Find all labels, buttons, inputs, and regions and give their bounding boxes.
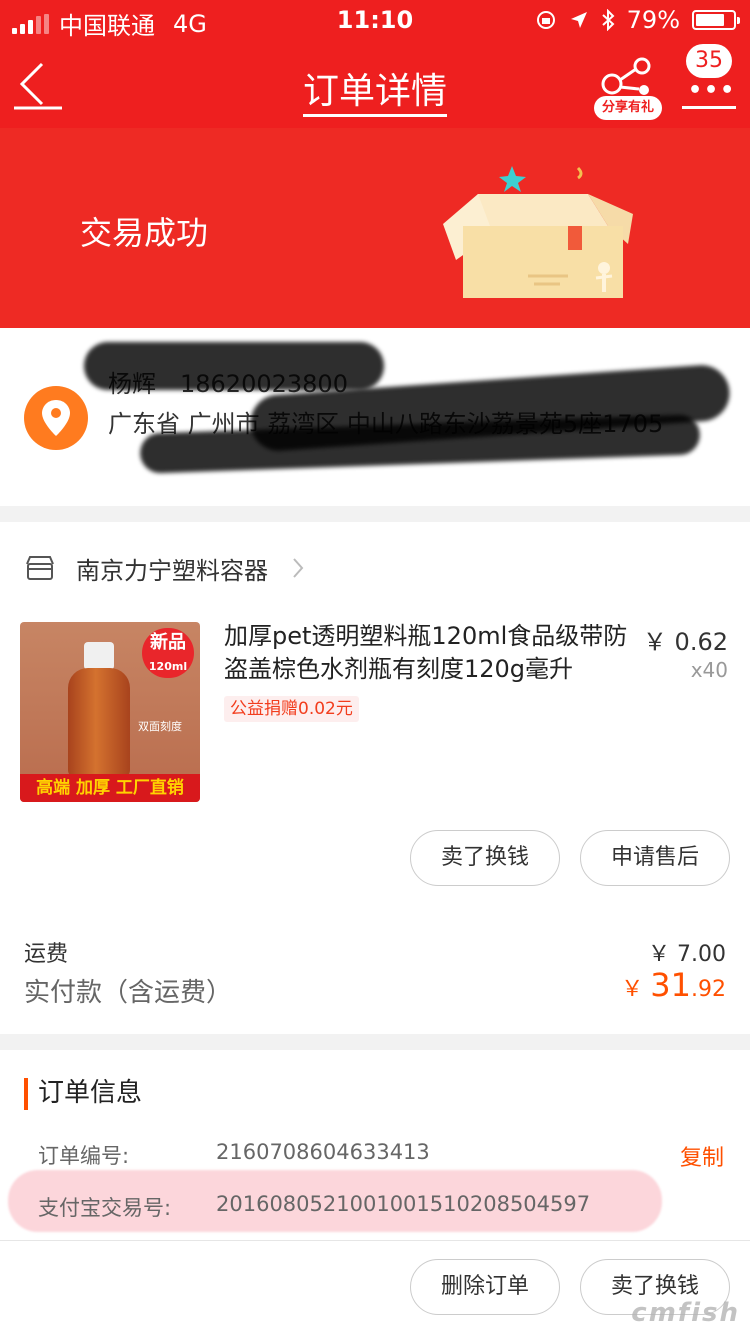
new-badge-sub: 120ml [148,660,188,673]
shipping-fee-label: 运费 [24,942,69,967]
order-number-row: 订单编号: 2160708604633413 [38,1140,430,1170]
page-title-text: 订单详情 [302,71,447,117]
chevron-right-icon [293,558,304,578]
sell-for-cash-button[interactable]: 卖了换钱 [410,830,560,886]
new-badge-text: 新品 [150,632,186,653]
order-item-card: 南京力宁塑料容器 新品 120ml 双面刻度 高端 加厚 工厂直销 加厚pet透明… [0,522,750,1034]
more-dots-icon: ••• [688,78,737,103]
location-pin-icon [24,386,88,450]
redaction-scribble [84,342,384,390]
total-decimal: .92 [691,977,726,1002]
message-count-badge: 35 [686,44,732,78]
shop-name: 南京力宁塑料容器 [76,556,268,585]
shipping-fee-value: ￥ 7.00 [648,942,726,967]
nav-bar: 订单详情 分享有礼 35 ••• [0,40,750,128]
bluetooth-icon [601,9,615,31]
product-thumbnail[interactable]: 新品 120ml 双面刻度 高端 加厚 工厂直销 [20,622,200,802]
status-right: 79% [535,6,740,34]
alipay-number-row: 支付宝交易号: 2016080521001001510208504597 [38,1192,590,1222]
total-paid-label: 实付款（含运费） [24,978,233,1008]
new-badge: 新品 120ml [142,628,194,678]
battery-percent: 79% [626,6,680,34]
shipping-fee-row: 运费 ￥ 7.00 [24,936,726,968]
battery-fill [696,14,725,26]
order-number-value: 2160708604633413 [216,1140,430,1164]
order-info-card: 订单信息 订单编号: 2160708604633413 复制 支付宝交易号: 2… [0,1050,750,1240]
alipay-number-value: 2016080521001001510208504597 [216,1192,591,1216]
bottle-cap-graphic [84,642,114,670]
shop-header[interactable]: 南京力宁塑料容器 [24,550,304,586]
total-currency: ￥ [621,977,651,1002]
total-paid-value: ￥ 31.92 [621,966,726,1004]
product-title[interactable]: 加厚pet透明塑料瓶120ml食品级带防盗盖棕色水剂瓶有刻度120g毫升 [224,620,634,686]
thumb-banner: 高端 加厚 工厂直销 [20,774,200,802]
store-icon [26,556,54,580]
charity-tag: 公益捐赠0.02元 [224,696,359,722]
order-status-banner: 交易成功 [0,128,750,328]
status-bar: 中国联通 4G 11:10 79% [0,0,750,40]
product-quantity: x40 [690,658,728,682]
watermark-logo: cmfish [631,1298,740,1328]
total-paid-row: 实付款（含运费） ￥ 31.92 [24,966,726,1009]
order-info-heading: 订单信息 [24,1078,142,1110]
more-menu-button[interactable]: 35 ••• [680,44,736,110]
battery-icon [692,10,740,30]
share-label: 分享有礼 [594,96,662,120]
share-button[interactable]: 分享有礼 [594,56,666,120]
order-number-label: 订单编号: [38,1144,130,1168]
order-status-text: 交易成功 [80,214,209,252]
alipay-number-label: 支付宝交易号: [38,1196,172,1220]
product-price: ￥ 0.62 [642,628,728,656]
delete-order-button[interactable]: 删除订单 [410,1259,560,1315]
thumb-label: 双面刻度 [138,720,182,733]
rotation-lock-icon [536,11,555,29]
copy-order-number-button[interactable]: 复制 [680,1140,724,1172]
bottle-graphic [68,668,130,778]
parcel-box-illustration [443,166,633,298]
request-after-sale-button[interactable]: 申请售后 [580,830,730,886]
location-arrow-icon [570,12,587,28]
share-icon [601,57,651,95]
more-underline [682,106,736,109]
bottom-action-bar: 删除订单 卖了换钱 cmfish [0,1240,750,1334]
shipping-address-card[interactable]: 杨辉18620023800 广东省 广州市 荔湾区 中山八路东沙荔景苑5座170… [0,328,750,506]
total-integer: 31 [650,966,691,1004]
